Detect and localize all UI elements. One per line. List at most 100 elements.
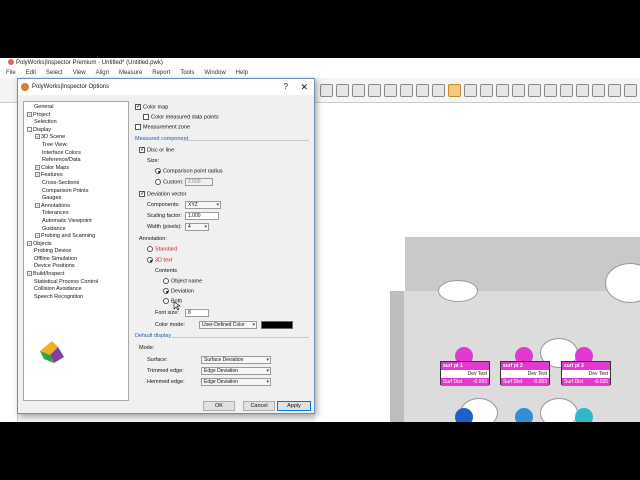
expand-icon[interactable]: + (35, 233, 40, 239)
color-mode-select[interactable]: User-Defined Color ▾ (199, 321, 257, 329)
tree-node[interactable]: Guidance (24, 226, 128, 234)
menu-view[interactable]: View (73, 70, 86, 76)
tree-node[interactable]: Selection (24, 119, 128, 127)
hemmed-edge-select[interactable]: Edge Deviation ▾ (201, 378, 271, 386)
tree-node[interactable]: Tree View (24, 142, 128, 150)
toolbar-tool-icon[interactable] (480, 84, 493, 97)
color-measured-checkbox[interactable] (143, 114, 149, 120)
disc-or-line-checkbox[interactable] (139, 146, 145, 153)
measurement-zone-checkbox[interactable] (135, 124, 141, 130)
callout-header-row: Dev Test (441, 370, 489, 378)
deviation-label-callout[interactable]: surf pt 2 Dev Test Surf Dist -0.053 (500, 361, 550, 386)
toolbar-tool-icon[interactable] (592, 84, 605, 97)
both-radio[interactable] (163, 298, 169, 304)
help-button[interactable]: ? (284, 79, 288, 95)
expand-icon[interactable]: + (27, 240, 32, 246)
tree-node[interactable]: Interface Colors (24, 150, 128, 158)
menu-measure[interactable]: Measure (119, 70, 142, 76)
menu-edit[interactable]: Edit (26, 70, 36, 76)
toolbar-tool-icon[interactable] (416, 84, 429, 97)
tree-node[interactable]: +3D Scene (24, 134, 128, 142)
toolbar-tool-icon[interactable] (464, 84, 477, 97)
deviation-vector-checkbox[interactable] (139, 190, 145, 197)
3d-text-radio[interactable] (147, 257, 153, 263)
3d-viewport[interactable]: surf pt 1 Dev Test Surf Dist -0.093 surf pt … (315, 103, 640, 422)
toolbar-tool-icon[interactable] (624, 84, 637, 97)
deviation-label-callout[interactable]: surf pt 3 Dev Test Surf Dist -0.035 (561, 361, 611, 386)
tree-node[interactable]: + Features (24, 172, 128, 180)
expand-icon[interactable]: + (27, 111, 32, 117)
custom-size-input[interactable]: 2.500 (185, 178, 213, 186)
menu-tools[interactable]: Tools (180, 70, 194, 76)
tree-node[interactable]: Comparison Points (24, 188, 128, 196)
tree-node[interactable]: + Objects (24, 241, 128, 249)
object-name-radio[interactable] (163, 278, 169, 284)
expand-icon[interactable]: + (35, 164, 40, 170)
ok-button[interactable]: OK (203, 401, 235, 411)
comparison-radius-radio[interactable] (155, 168, 161, 174)
width-select[interactable]: 4 ▾ (185, 223, 209, 231)
components-select[interactable]: XYZ ▾ (185, 201, 221, 209)
trimmed-edge-select[interactable]: Edge Deviation ▾ (201, 367, 271, 375)
toolbar-tool-icon[interactable] (432, 84, 445, 97)
toolbar-tool-icon[interactable] (352, 84, 365, 97)
tree-node[interactable]: Reference/Data (24, 157, 128, 165)
menu-select[interactable]: Select (46, 70, 63, 76)
test-col: Test (477, 371, 487, 377)
expand-icon[interactable]: + (35, 202, 40, 208)
expand-icon[interactable]: + (27, 271, 32, 277)
tree-node[interactable]: General (24, 104, 128, 112)
chevron-down-icon: ▾ (266, 368, 269, 374)
toolbar-tool-icon[interactable] (400, 84, 413, 97)
close-button[interactable]: ✕ (300, 79, 308, 95)
apply-button[interactable]: Apply (277, 401, 311, 411)
color-map-checkbox[interactable] (135, 103, 141, 110)
tree-node[interactable]: + Build/Inspect (24, 271, 128, 279)
menu-report[interactable]: Report (152, 70, 170, 76)
toolbar-tool-icon[interactable] (336, 84, 349, 97)
toolbar-tool-icon[interactable] (320, 84, 333, 97)
expand-icon[interactable]: + (35, 134, 40, 140)
toolbar-tool-icon[interactable] (448, 84, 461, 97)
tree-node[interactable]: Collision Avoidance (24, 286, 128, 294)
toolbar-tool-icon[interactable] (528, 84, 541, 97)
surface-select[interactable]: Surface Deviation ▾ (201, 356, 271, 364)
tree-node[interactable]: Tolerances (24, 210, 128, 218)
tree-node[interactable]: Statistical Process Control (24, 279, 128, 287)
tree-node[interactable]: Speech Recognition (24, 294, 128, 302)
tree-node[interactable]: Automatic Viewpoint (24, 218, 128, 226)
tree-node[interactable]: Gauges (24, 195, 128, 203)
menu-file[interactable]: File (6, 70, 16, 76)
tree-node[interactable]: + Probing and Scanning (24, 233, 128, 241)
menu-window[interactable]: Window (204, 70, 225, 76)
menu-align[interactable]: Align (96, 70, 109, 76)
tree-node[interactable]: + Annotations (24, 203, 128, 211)
scaling-input[interactable]: 1.000 (185, 212, 219, 220)
deviation-label-callout[interactable]: surf pt 1 Dev Test Surf Dist -0.093 (440, 361, 490, 386)
menu-help[interactable]: Help (236, 70, 248, 76)
toolbar-tool-icon[interactable] (560, 84, 573, 97)
tree-node[interactable]: + Color Maps (24, 165, 128, 173)
tree-node[interactable]: Cross-Sections (24, 180, 128, 188)
deviation-radio[interactable] (163, 288, 169, 294)
tree-node[interactable]: - Display (24, 127, 128, 135)
custom-size-radio[interactable] (155, 179, 161, 185)
standard-radio[interactable] (147, 246, 153, 252)
toolbar-tool-icon[interactable] (512, 84, 525, 97)
toolbar-tool-icon[interactable] (608, 84, 621, 97)
tree-node[interactable]: Device Positions (24, 263, 128, 271)
expand-icon[interactable]: + (35, 172, 40, 178)
collapse-icon[interactable]: - (27, 126, 32, 132)
tree-node[interactable]: + Project (24, 112, 128, 120)
toolbar-tool-icon[interactable] (384, 84, 397, 97)
toolbar-tool-icon[interactable] (544, 84, 557, 97)
toolbar-tool-icon[interactable] (496, 84, 509, 97)
cancel-button[interactable]: Cancel (243, 401, 275, 411)
tree-node[interactable]: Offline Simulation (24, 256, 128, 264)
tree-node-label: Gauges (42, 195, 62, 202)
toolbar-tool-icon[interactable] (368, 84, 381, 97)
toolbar-tool-icon[interactable] (576, 84, 589, 97)
color-swatch[interactable] (261, 321, 293, 329)
tree-node[interactable]: Probing Device (24, 248, 128, 256)
font-size-input[interactable]: 8 (185, 309, 209, 317)
